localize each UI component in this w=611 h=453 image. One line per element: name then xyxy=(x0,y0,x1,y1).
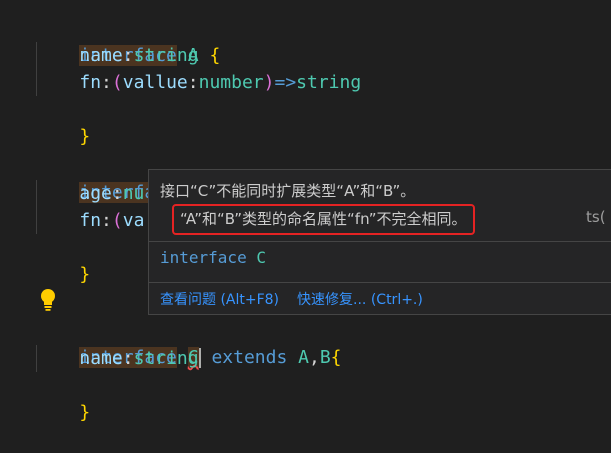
colon: : xyxy=(111,183,123,204)
text-cursor xyxy=(198,348,201,368)
code-line[interactable]: interface C extends A,B{ xyxy=(36,317,342,368)
colon: : xyxy=(101,72,112,93)
type-name: A xyxy=(298,347,309,368)
hover-code-preview: interface C xyxy=(160,248,266,267)
code-line[interactable]: } xyxy=(36,234,90,285)
brace: { xyxy=(209,45,221,66)
code-line[interactable]: name:string xyxy=(36,345,199,372)
type-keyword: string xyxy=(133,45,199,66)
colon: : xyxy=(122,348,134,369)
code-line[interactable]: } xyxy=(36,96,90,147)
code-line[interactable]: fn:(vallue:number)=>string xyxy=(36,69,361,96)
paren: ( xyxy=(111,72,123,93)
brace: } xyxy=(79,402,91,423)
colon: : xyxy=(101,210,112,231)
type-name: B xyxy=(319,347,331,368)
code-type-name: C xyxy=(256,248,266,267)
error-source: ts( xyxy=(586,208,606,226)
brace: { xyxy=(330,347,342,368)
type-keyword: string xyxy=(133,348,199,369)
colon: : xyxy=(187,72,199,93)
property-name: fn xyxy=(79,72,102,93)
type-keyword: nu xyxy=(122,183,145,204)
code-line[interactable]: } xyxy=(36,372,90,423)
error-message-line2: “A”和“B”类型的命名属性“fn”不完全相同。 xyxy=(172,204,475,235)
property-name: age xyxy=(79,183,112,204)
arrow: => xyxy=(274,72,297,93)
code-line[interactable]: interface A { xyxy=(36,15,220,66)
code-line[interactable]: name:string xyxy=(36,42,199,69)
paren: ( xyxy=(111,210,123,231)
brace: } xyxy=(79,126,91,147)
error-message-line1: 接口“C”不能同时扩展类型“A”和“B”。 xyxy=(160,182,416,200)
type-keyword: number xyxy=(198,72,264,93)
colon: : xyxy=(122,45,134,66)
brace: } xyxy=(79,264,91,285)
code-line[interactable]: fn:(va xyxy=(36,207,144,234)
keyword: extends xyxy=(211,347,288,368)
comma: , xyxy=(308,347,320,368)
param-name: vallue xyxy=(122,72,188,93)
divider xyxy=(149,282,611,283)
lightbulb-icon[interactable] xyxy=(38,288,58,312)
property-name: fn xyxy=(79,210,102,231)
view-problem-link[interactable]: 查看问题 (Alt+F8) xyxy=(160,292,279,308)
type-keyword: string xyxy=(296,72,362,93)
code-keyword: interface xyxy=(160,248,247,267)
property-name: name xyxy=(79,348,123,369)
code-line[interactable]: age:nu xyxy=(36,180,144,207)
paren: ) xyxy=(263,72,275,93)
divider xyxy=(149,241,611,242)
error-hover-widget[interactable]: 接口“C”不能同时扩展类型“A”和“B”。 “A”和“B”类型的命名属性“fn”… xyxy=(148,169,611,315)
property-name: name xyxy=(79,45,123,66)
hover-actions: 查看问题 (Alt+F8) 快速修复... (Ctrl+.) xyxy=(160,289,441,309)
quick-fix-link[interactable]: 快速修复... (Ctrl+.) xyxy=(297,292,423,308)
param-name: va xyxy=(122,210,145,231)
